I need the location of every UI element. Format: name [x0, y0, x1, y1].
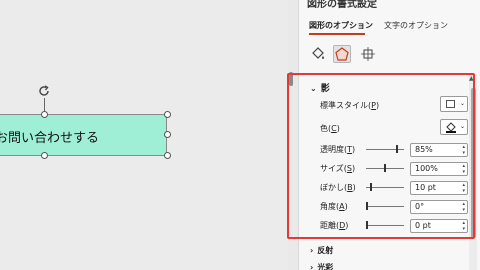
shadow-row-label: サイズ(S) [320, 164, 356, 173]
shadow-header-label: 影 [320, 84, 330, 94]
spinner-value[interactable]: 0 pt [415, 221, 431, 230]
shadow-value-spinner[interactable]: 0° ▴ ▾ [410, 200, 468, 214]
shadow-slider-track[interactable] [366, 149, 404, 150]
shadow-slider-thumb[interactable] [370, 183, 372, 191]
preset-label: 標準スタイル(P) [320, 101, 380, 110]
spinner-arrows-icon[interactable]: ▴ ▾ [462, 201, 465, 213]
chevron-right-icon: › [310, 263, 314, 270]
rotate-connector [44, 98, 45, 112]
tab-active-underline [309, 33, 365, 35]
shadow-slider-thumb[interactable] [384, 164, 386, 172]
shadow-row-label: 透明度(T) [320, 145, 356, 154]
spinner-arrows-icon[interactable]: ▴ ▾ [462, 220, 465, 232]
effects-icon[interactable] [333, 45, 351, 63]
chevron-right-icon: › [310, 246, 314, 255]
glow-section-header[interactable]: › 光彩 [310, 262, 333, 270]
shadow-preset-dropdown[interactable]: ⌄ [440, 96, 468, 112]
spinner-value[interactable]: 0° [415, 202, 424, 211]
resize-handle-top-right[interactable] [164, 111, 171, 118]
spinner-value[interactable]: 10 pt [415, 183, 436, 192]
shadow-slider-thumb[interactable] [366, 202, 368, 210]
shadow-row-label: 角度(A) [320, 202, 348, 211]
shadow-value-spinner[interactable]: 10 pt ▴ ▾ [410, 181, 468, 195]
pane-title: 図形の書式設定 [307, 0, 377, 10]
shadow-row-label: 距離(D) [320, 221, 349, 230]
shadow-slider-track[interactable] [366, 206, 404, 207]
rotate-handle-icon[interactable] [37, 84, 51, 98]
selected-shape[interactable]: お問い合わせする [0, 114, 167, 156]
size-and-properties-icon[interactable] [359, 45, 377, 63]
shadow-slider-thumb[interactable] [396, 145, 398, 153]
resize-handle-bottom[interactable] [41, 152, 48, 159]
shadow-slider-thumb[interactable] [366, 221, 368, 229]
reflection-section-header[interactable]: › 反射 [310, 245, 333, 256]
shape-text[interactable]: お問い合わせする [0, 127, 99, 146]
shadow-section-header[interactable]: ⌄ 影 [310, 81, 330, 94]
resize-handle-bottom-right[interactable] [164, 152, 171, 159]
preset-preview-icon [446, 100, 455, 108]
chevron-down-icon: ⌄ [310, 84, 317, 93]
spinner-value[interactable]: 100% [415, 164, 438, 173]
slide-canvas[interactable]: お問い合わせする [0, 0, 288, 270]
tab-text-options[interactable]: 文字のオプション [384, 20, 448, 31]
spinner-arrows-icon[interactable]: ▴ ▾ [462, 182, 465, 194]
spinner-arrows-icon[interactable]: ▴ ▾ [462, 144, 465, 156]
chevron-down-icon: ⌄ [460, 123, 466, 130]
fill-and-line-icon[interactable] [309, 45, 327, 63]
chevron-down-icon: ⌄ [460, 100, 466, 107]
spinner-value[interactable]: 85% [415, 145, 433, 154]
tab-shape-options[interactable]: 図形のオプション [309, 20, 373, 31]
resize-handle-right[interactable] [164, 131, 171, 138]
shadow-row-label: ぼかし(B) [320, 183, 356, 192]
color-label: 色(C) [320, 124, 340, 133]
resize-handle-top[interactable] [41, 111, 48, 118]
paint-bucket-icon [446, 122, 456, 133]
shadow-value-spinner[interactable]: 0 pt ▴ ▾ [410, 219, 468, 233]
spinner-arrows-icon[interactable]: ▴ ▾ [462, 163, 465, 175]
shadow-value-spinner[interactable]: 85% ▴ ▾ [410, 143, 468, 157]
shadow-value-spinner[interactable]: 100% ▴ ▾ [410, 162, 468, 176]
shadow-color-dropdown[interactable]: ⌄ [440, 119, 468, 135]
shadow-slider-track[interactable] [366, 225, 404, 226]
